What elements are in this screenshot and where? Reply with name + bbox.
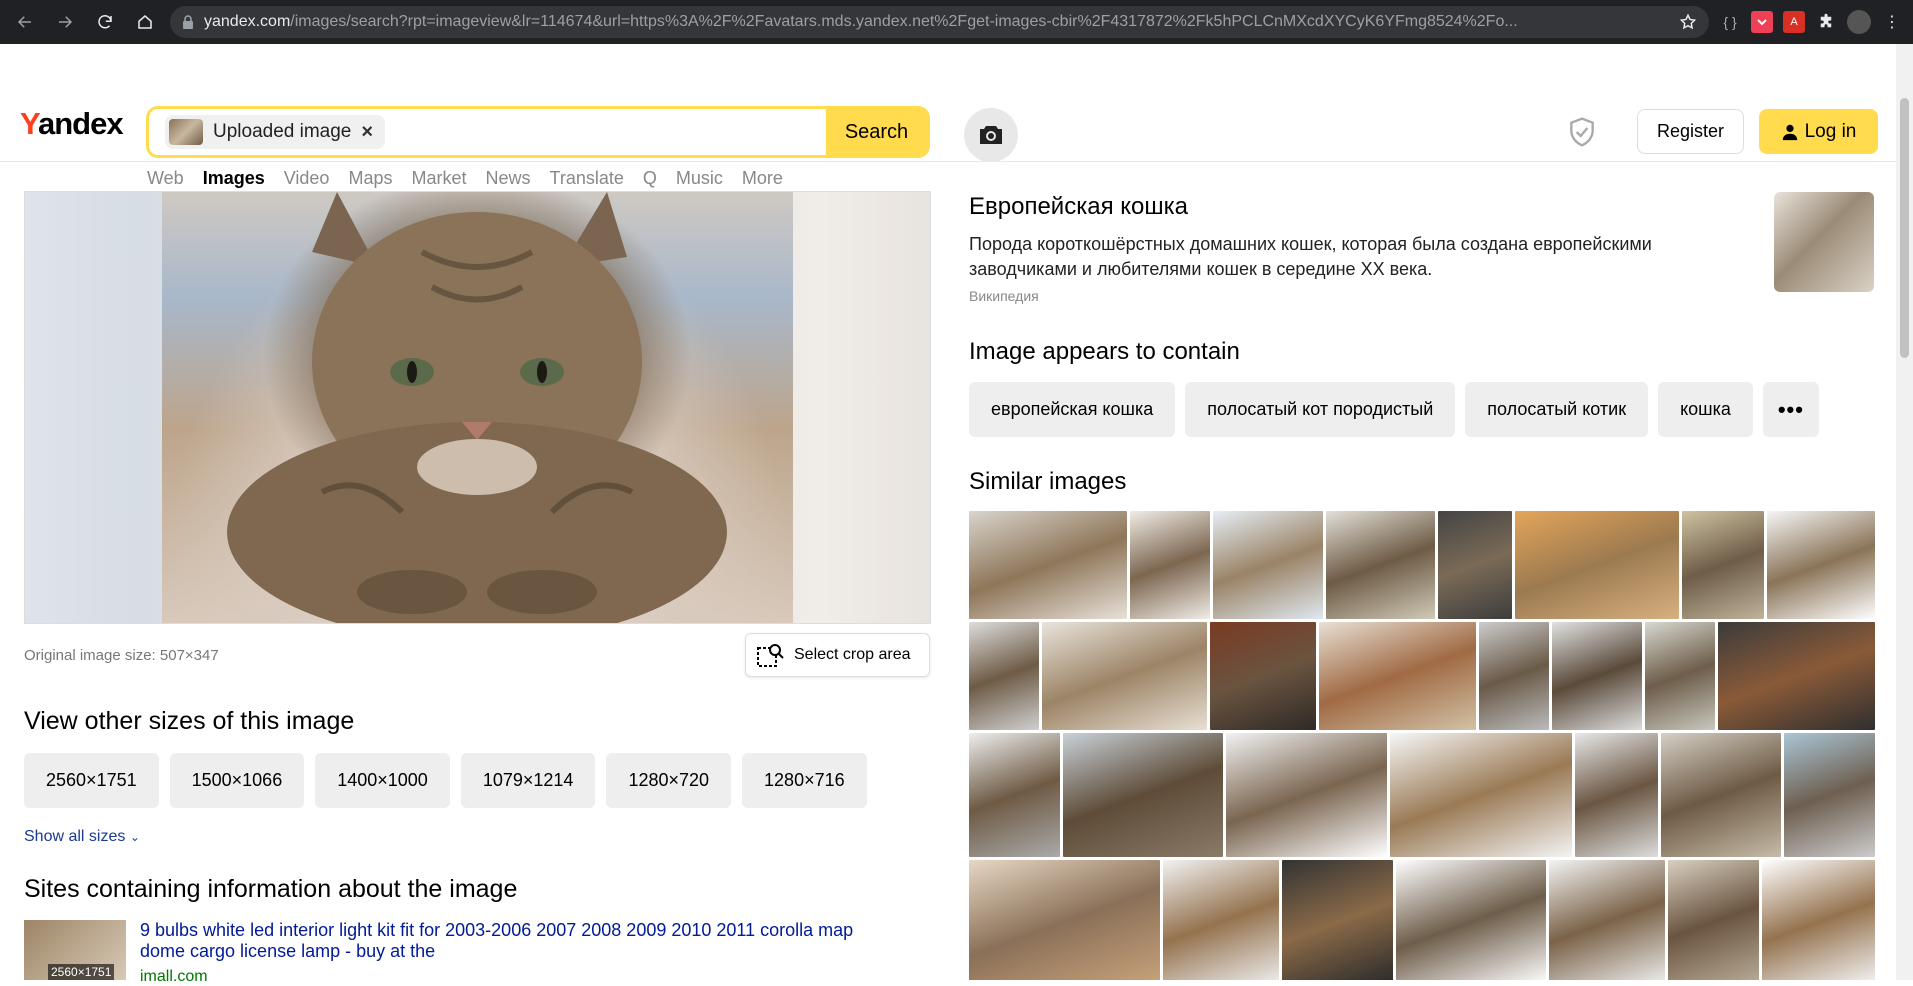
puzzle-extensions-icon[interactable] (1815, 11, 1837, 33)
sizes-list: 2560×1751 1500×1066 1400×1000 1079×1214 … (24, 753, 867, 808)
similar-image[interactable] (1210, 622, 1316, 730)
yandex-logo[interactable]: Yandex (20, 106, 124, 142)
login-label: Log in (1804, 120, 1857, 142)
other-sizes-heading: View other sizes of this image (24, 707, 355, 735)
address-bar[interactable]: yandex.com/images/search?rpt=imageview&l… (170, 6, 1709, 38)
similar-image[interactable] (1129, 511, 1210, 619)
tag-chip[interactable]: европейская кошка (969, 382, 1176, 437)
browser-toolbar: yandex.com/images/search?rpt=imageview&l… (0, 0, 1913, 44)
lock-icon (183, 15, 193, 29)
similar-image[interactable] (1162, 860, 1279, 980)
close-icon[interactable]: × (361, 121, 373, 144)
similar-image[interactable] (969, 860, 1160, 980)
similar-image[interactable] (1668, 860, 1760, 980)
search-button[interactable]: Search (826, 109, 927, 155)
tag-chip[interactable]: полосатый котик (1465, 382, 1649, 437)
shield-icon[interactable] (1566, 116, 1598, 148)
tag-chip[interactable]: полосатый кот породистый (1185, 382, 1456, 437)
similar-image[interactable] (1549, 860, 1666, 980)
profile-avatar-icon[interactable] (1847, 10, 1871, 34)
menu-kebab-icon[interactable]: ⋮ (1881, 11, 1903, 33)
chevron-down-icon: ⌄ (129, 830, 140, 844)
forward-icon[interactable] (50, 7, 80, 37)
search-input[interactable]: Uploaded image × (149, 109, 826, 155)
similar-heading: Similar images (969, 468, 1127, 495)
thumb-size-badge: 2560×1751 (48, 964, 115, 980)
url-text: yandex.com/images/search?rpt=imageview&l… (204, 13, 1518, 30)
wiki-description: Порода короткошёрстных домашних кошек, к… (969, 234, 1652, 279)
similar-image[interactable] (1717, 622, 1875, 730)
size-option[interactable]: 1280×716 (742, 753, 867, 808)
wiki-thumbnail[interactable] (1774, 192, 1874, 292)
similar-image[interactable] (1281, 860, 1393, 980)
size-option[interactable]: 1079×1214 (460, 753, 596, 808)
site-result-host[interactable]: imall.com (140, 968, 208, 986)
similar-image[interactable] (1784, 733, 1875, 857)
select-crop-area-button[interactable]: Select crop area (745, 633, 930, 677)
show-all-label: Show all sizes (24, 828, 126, 845)
similar-image[interactable] (1575, 733, 1658, 857)
crop-label: Select crop area (794, 646, 911, 663)
similar-image[interactable] (969, 511, 1127, 619)
camera-icon (980, 126, 1002, 144)
size-option[interactable]: 1500×1066 (169, 753, 305, 808)
search-form: Uploaded image × Search (146, 106, 930, 158)
uploaded-image-thumbnail (169, 119, 203, 145)
user-icon (1782, 124, 1797, 140)
register-button[interactable]: Register (1637, 109, 1744, 154)
chip-label: Uploaded image (213, 121, 352, 142)
reload-icon[interactable] (90, 7, 120, 37)
crop-select-icon (757, 644, 784, 667)
similar-image[interactable] (1212, 511, 1323, 619)
more-tags-button[interactable]: ••• (1762, 382, 1819, 437)
size-option[interactable]: 1400×1000 (315, 753, 450, 808)
similar-image[interactable] (1318, 622, 1477, 730)
similar-image[interactable] (1682, 511, 1765, 619)
pdf-extension-icon[interactable]: A (1783, 11, 1805, 33)
login-button[interactable]: Log in (1759, 109, 1878, 154)
similar-image[interactable] (1767, 511, 1875, 619)
scrollbar-thumb[interactable] (1900, 98, 1909, 358)
back-icon[interactable] (10, 7, 40, 37)
wiki-source[interactable]: Википедия (969, 288, 1039, 304)
similar-image[interactable] (1226, 733, 1387, 857)
similar-image[interactable] (1552, 622, 1642, 730)
wiki-title[interactable]: Европейская кошка (969, 193, 1188, 221)
bookmark-star-icon[interactable] (1679, 13, 1697, 31)
sites-heading: Sites containing information about the i… (24, 875, 518, 903)
contains-heading: Image appears to contain (969, 338, 1240, 365)
site-result-link[interactable]: 9 bulbs white led interior light kit fit… (140, 920, 900, 962)
size-option[interactable]: 1280×720 (606, 753, 732, 808)
similar-image[interactable] (1438, 511, 1513, 619)
site-result-thumbnail[interactable]: 2560×1751 (24, 920, 126, 980)
image-preview[interactable] (24, 191, 931, 624)
similar-image[interactable] (1644, 622, 1715, 730)
similar-image[interactable] (1479, 622, 1550, 730)
tags-list: европейская кошка полосатый кот породист… (969, 382, 1819, 437)
size-option[interactable]: 2560×1751 (24, 753, 159, 808)
tag-chip[interactable]: кошка (1658, 382, 1753, 437)
uploaded-image-chip[interactable]: Uploaded image × (165, 115, 386, 149)
site-header: Yandex Uploaded image × Search Register … (0, 44, 1913, 205)
page-scrollbar[interactable] (1896, 44, 1913, 980)
similar-image[interactable] (1389, 733, 1573, 857)
similar-image[interactable] (1062, 733, 1224, 857)
json-extension-icon[interactable]: { } (1719, 11, 1741, 33)
similar-image[interactable] (1041, 622, 1208, 730)
extensions-bar: { } A ⋮ (1719, 10, 1903, 34)
similar-image[interactable] (969, 622, 1039, 730)
show-all-sizes-link[interactable]: Show all sizes ⌄ (24, 828, 140, 846)
similar-image[interactable] (1515, 511, 1680, 619)
similar-images-grid (969, 511, 1875, 980)
similar-image[interactable] (969, 733, 1060, 857)
pocket-extension-icon[interactable] (1751, 11, 1773, 33)
uploaded-cat-image (162, 192, 793, 623)
original-size-text: Original image size: 507×347 (24, 647, 219, 664)
similar-image[interactable] (1395, 860, 1547, 980)
similar-image[interactable] (1660, 733, 1782, 857)
camera-search-button[interactable] (964, 108, 1018, 162)
similar-image[interactable] (1762, 860, 1875, 980)
similar-image[interactable] (1325, 511, 1436, 619)
home-icon[interactable] (130, 7, 160, 37)
